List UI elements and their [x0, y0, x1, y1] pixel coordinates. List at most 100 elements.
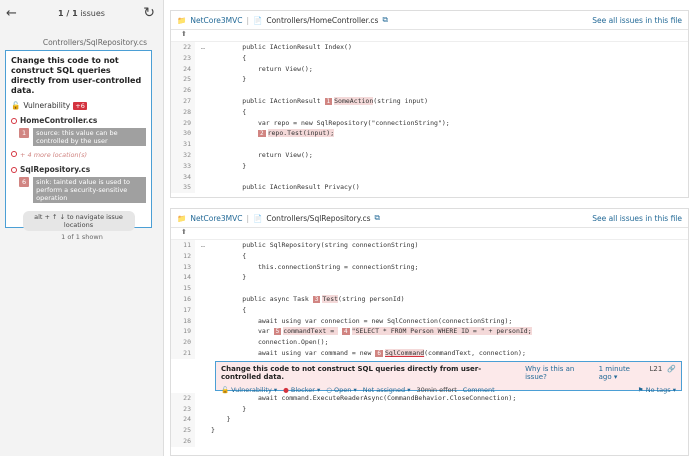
line-number[interactable]: 20 — [171, 337, 195, 348]
code-text: return View(); — [211, 150, 313, 159]
line-number[interactable]: 25 — [171, 425, 195, 436]
line-number[interactable]: 24 — [171, 63, 195, 75]
code-line: 22 … public IActionResult Index() — [171, 42, 688, 53]
line-number[interactable]: 23 — [171, 403, 195, 415]
line-number[interactable]: 16 — [171, 293, 195, 305]
code-line: 13 this.connectionString = connectionStr… — [171, 261, 688, 273]
see-all-issues-link[interactable]: See all issues in this file — [592, 16, 682, 25]
code-text: 2 repo.Test(input); — [211, 128, 335, 139]
permalink-icon[interactable]: 🔗 — [667, 365, 676, 381]
issue-line[interactable]: L21 — [649, 365, 662, 381]
code-line: 18 await using var connection = new SqlC… — [171, 315, 688, 327]
code-line: 26 — [171, 435, 688, 447]
code-text: public async Task 3 Test(string personId) — [211, 294, 405, 303]
code-text: { — [211, 53, 247, 62]
expand-above-icon[interactable]: ⬆ — [171, 30, 688, 42]
code-line: 24 } — [171, 414, 688, 426]
line-number[interactable]: 22 — [171, 392, 195, 404]
line-number[interactable]: 34 — [171, 171, 195, 183]
line-number[interactable]: 25 — [171, 74, 195, 86]
line-number[interactable]: 18 — [171, 315, 195, 327]
location-marker[interactable]: 2 — [257, 130, 266, 138]
line-number[interactable]: 12 — [171, 250, 195, 262]
code-line: 21 await using var command = new 6 SqlCom… — [171, 347, 688, 359]
flow-location-6[interactable]: 6 sink: tainted value is used to perform… — [19, 177, 146, 203]
line-number[interactable]: 11 — [171, 240, 195, 251]
gutter — [195, 128, 211, 139]
open-file-icon[interactable]: ⧉ — [382, 15, 387, 25]
location-marker[interactable]: 6 — [375, 349, 383, 357]
gutter — [195, 425, 211, 436]
gutter — [195, 283, 211, 294]
line-number[interactable]: 30 — [171, 128, 195, 140]
line-number[interactable]: 33 — [171, 160, 195, 172]
gutter — [195, 150, 211, 161]
line-number[interactable]: 17 — [171, 304, 195, 316]
highlighted-code: SomeAction — [334, 96, 374, 105]
location-marker[interactable]: 3 — [312, 295, 321, 303]
lock-icon: 🔓 — [11, 101, 21, 110]
code-text: connection.Open(); — [211, 338, 329, 347]
line-number[interactable]: 28 — [171, 106, 195, 118]
code-text: } — [211, 404, 247, 413]
code-line: 27 public IActionResult 1 SomeAction(stri… — [171, 95, 688, 107]
code-line: 19 var 5 commandText = 4 "SELECT * FROM Pe… — [171, 326, 688, 338]
open-file-icon[interactable]: ⧉ — [375, 213, 380, 223]
line-number[interactable]: 32 — [171, 149, 195, 161]
issue-type: 🔓 Vulnerability +6 — [11, 101, 87, 110]
gutter: … — [201, 43, 205, 51]
line-number[interactable]: 15 — [171, 283, 195, 294]
folder-icon: 📁 — [177, 15, 187, 25]
panel-header: 📁 NetCore3MVC | 📄 Controllers/HomeContro… — [171, 11, 688, 30]
code-line: 15 — [171, 283, 688, 294]
line-number[interactable]: 27 — [171, 95, 195, 107]
tag-icon: ⚑ — [637, 385, 644, 394]
location-marker[interactable]: 5 — [273, 328, 282, 336]
file-icon: 📄 — [253, 15, 263, 25]
why-issue-link[interactable]: Why is this an issue? — [525, 365, 593, 381]
expand-above-icon[interactable]: ⬆ — [171, 228, 688, 240]
line-number[interactable]: 22 — [171, 42, 195, 53]
code-text: public SqlRepository(string connectionSt… — [211, 241, 419, 249]
location-marker[interactable]: 1 — [324, 97, 333, 105]
line-number[interactable]: 31 — [171, 139, 195, 150]
line-number[interactable]: 19 — [171, 326, 195, 338]
code-line: 32 return View(); — [171, 149, 688, 161]
issues-nav: ← 1 / 1 issues ↻ — [0, 0, 163, 28]
inline-issue[interactable]: Change this code to not construct SQL qu… — [215, 360, 682, 394]
line-number[interactable]: 13 — [171, 261, 195, 273]
see-all-issues-link[interactable]: See all issues in this file — [592, 214, 682, 223]
location-marker[interactable]: 4 — [341, 328, 350, 336]
line-number[interactable]: 23 — [171, 52, 195, 64]
line-number[interactable]: 29 — [171, 117, 195, 129]
more-locations-link[interactable]: + 4 more location(s) — [11, 151, 146, 159]
issues-sidebar: ← 1 / 1 issues ↻ Controllers/SqlReposito… — [0, 0, 164, 456]
line-number[interactable]: 35 — [171, 182, 195, 194]
gutter — [195, 96, 211, 107]
issue-card[interactable]: Change this code to not construct SQL qu… — [5, 50, 152, 231]
highlighted-code: "SELECT * FROM Person WHERE ID = " + per… — [351, 327, 532, 336]
project-name[interactable]: NetCore3MVC — [190, 214, 242, 223]
line-number[interactable]: 26 — [171, 85, 195, 96]
issue-time[interactable]: 1 minute ago ▾ — [599, 365, 645, 381]
code-line: 25} — [171, 425, 688, 436]
flow-file-sql: SqlRepository.cs — [11, 165, 146, 174]
line-number[interactable]: 14 — [171, 272, 195, 284]
file-name: Controllers/SqlRepository.cs — [266, 213, 371, 223]
project-name[interactable]: NetCore3MVC — [190, 16, 242, 25]
gutter — [195, 118, 211, 129]
code-line: 12 { — [171, 250, 688, 262]
locations-badge: +6 — [73, 101, 87, 110]
code-text: public IActionResult Privacy() — [211, 183, 360, 192]
flow-location-1[interactable]: 1 source: this value can be controlled b… — [19, 128, 146, 146]
code-text: } — [211, 273, 247, 282]
flow-dot-icon — [11, 117, 17, 124]
line-number[interactable]: 26 — [171, 435, 195, 447]
code-line: 20 connection.Open(); — [171, 337, 688, 348]
line-number[interactable]: 21 — [171, 347, 195, 359]
refresh-icon[interactable]: ↻ — [143, 5, 155, 21]
code-line: 30 2 repo.Test(input); — [171, 128, 688, 140]
tags-dropdown[interactable]: ⚑ No tags ▾ — [638, 386, 676, 394]
code-line: 16 public async Task 3 Test(string person… — [171, 293, 688, 305]
line-number[interactable]: 24 — [171, 414, 195, 426]
